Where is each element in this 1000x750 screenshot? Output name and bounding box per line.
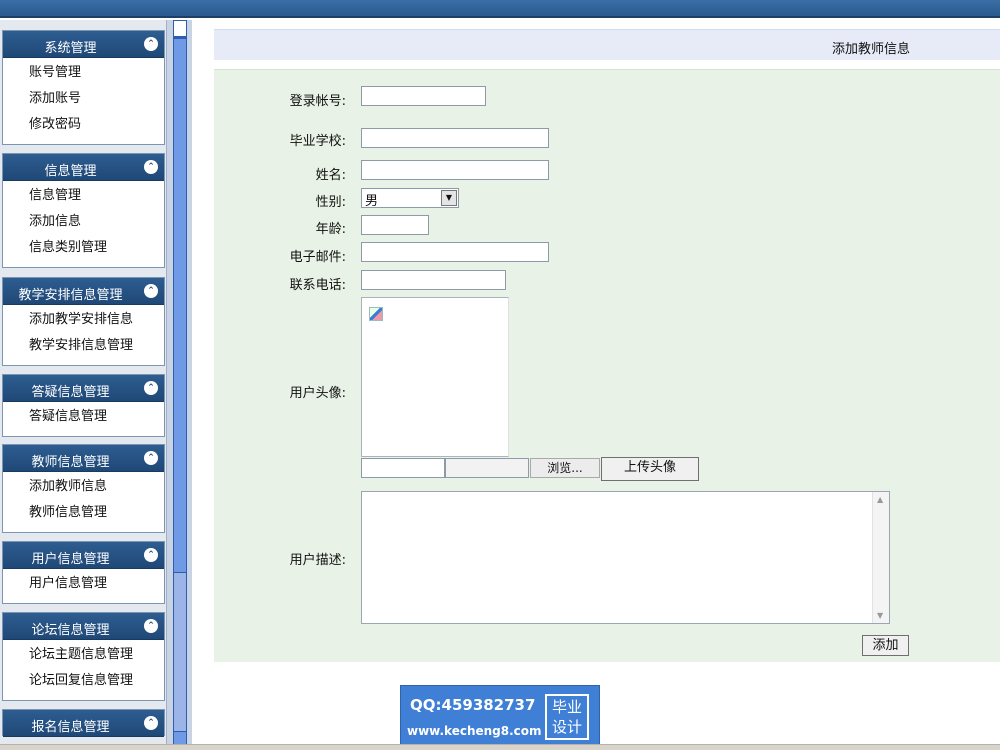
sidebar-group-header[interactable]: 教师信息管理 ⌃: [3, 445, 164, 472]
sidebar-group-body: 论坛主题信息管理 论坛回复信息管理: [3, 640, 164, 696]
age-input[interactable]: [361, 215, 429, 235]
sidebar-group-header[interactable]: 教学安排信息管理 ⌃: [3, 278, 164, 305]
chevron-down-icon[interactable]: ▼: [441, 190, 457, 206]
sidebar-group-title: 答疑信息管理: [31, 385, 110, 400]
sidebar-item[interactable]: 添加信息: [29, 211, 164, 237]
sidebar-group: 信息管理 ⌃ 信息管理 添加信息 信息类别管理: [2, 153, 165, 268]
sidebar-item[interactable]: 信息类别管理: [29, 237, 164, 263]
watermark-qq: QQ:459382737: [410, 696, 536, 714]
collapse-icon[interactable]: ⌃: [144, 160, 158, 174]
avatar-label: 用户头像:: [289, 386, 346, 401]
page-title-bar: 添加教师信息: [214, 29, 1000, 60]
sidebar-group-body: 账号管理 添加账号 修改密码: [3, 58, 164, 140]
sidebar-group: 系统管理 ⌃ 账号管理 添加账号 修改密码: [2, 30, 165, 145]
add-button[interactable]: 添加: [862, 635, 909, 656]
sidebar-group-body: 信息管理 添加信息 信息类别管理: [3, 181, 164, 263]
name-label: 姓名:: [315, 168, 346, 183]
scroll-up-icon[interactable]: ▲: [877, 495, 883, 504]
sidebar-group-header[interactable]: 报名信息管理 ⌃: [3, 710, 164, 737]
sidebar-item[interactable]: 教师信息管理: [29, 502, 164, 528]
scrollbar-thumb[interactable]: [173, 572, 187, 732]
badge-line2: 设计: [551, 718, 582, 736]
collapse-icon[interactable]: ⌃: [144, 548, 158, 562]
broken-image-icon: [369, 307, 383, 321]
sidebar-group-title: 论坛信息管理: [31, 623, 110, 638]
watermark-badge: 毕业 设计: [545, 694, 589, 740]
sidebar-group-title: 用户信息管理: [31, 552, 110, 567]
watermark-banner: QQ:459382737 www.kecheng8.com 毕业 设计: [400, 685, 600, 745]
sidebar-group: 教师信息管理 ⌃ 添加教师信息 教师信息管理: [2, 444, 165, 533]
sidebar-group: 答疑信息管理 ⌃ 答疑信息管理: [2, 374, 165, 437]
splitter-cap: [173, 20, 187, 38]
sidebar-group-title: 报名信息管理: [31, 720, 110, 735]
phone-input[interactable]: [361, 270, 506, 290]
sidebar-item[interactable]: 修改密码: [29, 114, 164, 140]
collapse-icon[interactable]: ⌃: [144, 381, 158, 395]
textarea-scrollbar[interactable]: ▲ ▼: [872, 492, 889, 623]
sidebar-group: 用户信息管理 ⌃ 用户信息管理: [2, 541, 165, 604]
collapse-icon[interactable]: ⌃: [144, 716, 158, 730]
sidebar-group-body: 添加教师信息 教师信息管理: [3, 472, 164, 528]
sidebar-splitter[interactable]: [166, 20, 192, 750]
collapse-icon[interactable]: ⌃: [144, 451, 158, 465]
sidebar-item[interactable]: 信息管理: [29, 185, 164, 211]
bottom-edge: [0, 744, 1000, 750]
sidebar-item[interactable]: 添加教师信息: [29, 476, 164, 502]
collapse-icon[interactable]: ⌃: [144, 619, 158, 633]
collapse-icon[interactable]: ⌃: [144, 37, 158, 51]
page-title: 添加教师信息: [832, 42, 911, 57]
desc-label: 用户描述:: [289, 553, 346, 568]
teacher-form: 登录帐号: 毕业学校: 姓名: 性别: 男 ▼ 年龄: 电子邮件: 联系电话: …: [214, 69, 1000, 662]
login-label: 登录帐号:: [289, 94, 346, 109]
gender-value: 男: [365, 194, 379, 209]
name-input[interactable]: [361, 160, 549, 180]
sidebar-group-title: 系统管理: [44, 41, 97, 56]
sidebar-item[interactable]: 论坛主题信息管理: [29, 644, 164, 670]
top-bar: [0, 0, 1000, 18]
email-input[interactable]: [361, 242, 549, 262]
sidebar-item[interactable]: 添加账号: [29, 88, 164, 114]
sidebar-item[interactable]: 添加教学安排信息: [29, 309, 164, 335]
sidebar-item[interactable]: 用户信息管理: [29, 573, 164, 599]
sidebar-group-header[interactable]: 系统管理 ⌃: [3, 31, 164, 58]
sidebar-group-body: 用户信息管理: [3, 569, 164, 599]
sidebar: 系统管理 ⌃ 账号管理 添加账号 修改密码 信息管理 ⌃ 信息管理 添加信息 信息类别管理 教学安排…: [0, 20, 166, 750]
watermark-site: www.kecheng8.com: [407, 724, 542, 738]
desc-textarea[interactable]: ▲ ▼: [361, 491, 890, 624]
sidebar-group: 论坛信息管理 ⌃ 论坛主题信息管理 论坛回复信息管理: [2, 612, 165, 701]
sidebar-group: 报名信息管理 ⌃: [2, 709, 165, 737]
sidebar-item[interactable]: 答疑信息管理: [29, 406, 164, 432]
sidebar-group-header[interactable]: 论坛信息管理 ⌃: [3, 613, 164, 640]
gender-select[interactable]: 男 ▼: [361, 188, 459, 209]
school-input[interactable]: [361, 128, 549, 148]
browse-button[interactable]: 浏览...: [530, 458, 600, 478]
sidebar-group-header[interactable]: 用户信息管理 ⌃: [3, 542, 164, 569]
sidebar-group: 教学安排信息管理 ⌃ 添加教学安排信息 教学安排信息管理: [2, 277, 165, 366]
age-label: 年龄:: [315, 222, 346, 237]
phone-label: 联系电话:: [289, 278, 346, 293]
sidebar-item[interactable]: 教学安排信息管理: [29, 335, 164, 361]
sidebar-group-title: 教学安排信息管理: [18, 288, 123, 303]
collapse-icon[interactable]: ⌃: [144, 284, 158, 298]
sidebar-group-title: 教师信息管理: [31, 455, 110, 470]
school-label: 毕业学校:: [289, 134, 346, 149]
badge-line1: 毕业: [551, 698, 582, 716]
sidebar-item[interactable]: 论坛回复信息管理: [29, 670, 164, 696]
upload-avatar-button[interactable]: 上传头像: [601, 457, 699, 481]
avatar-preview: [361, 297, 509, 457]
file-path-field: [445, 458, 529, 478]
sidebar-group-header[interactable]: 答疑信息管理 ⌃: [3, 375, 164, 402]
email-label: 电子邮件:: [289, 250, 346, 265]
sidebar-group-title: 信息管理: [44, 164, 97, 179]
file-path-input[interactable]: [361, 458, 445, 478]
sidebar-group-body: 答疑信息管理: [3, 402, 164, 432]
scroll-down-icon[interactable]: ▼: [877, 611, 883, 620]
sidebar-group-header[interactable]: 信息管理 ⌃: [3, 154, 164, 181]
login-input[interactable]: [361, 86, 486, 106]
gender-label: 性别:: [315, 195, 346, 210]
sidebar-group-body: 添加教学安排信息 教学安排信息管理: [3, 305, 164, 361]
main-content: 添加教师信息 登录帐号: 毕业学校: 姓名: 性别: 男 ▼ 年龄: 电子邮件:…: [192, 20, 1000, 750]
sidebar-item[interactable]: 账号管理: [29, 62, 164, 88]
